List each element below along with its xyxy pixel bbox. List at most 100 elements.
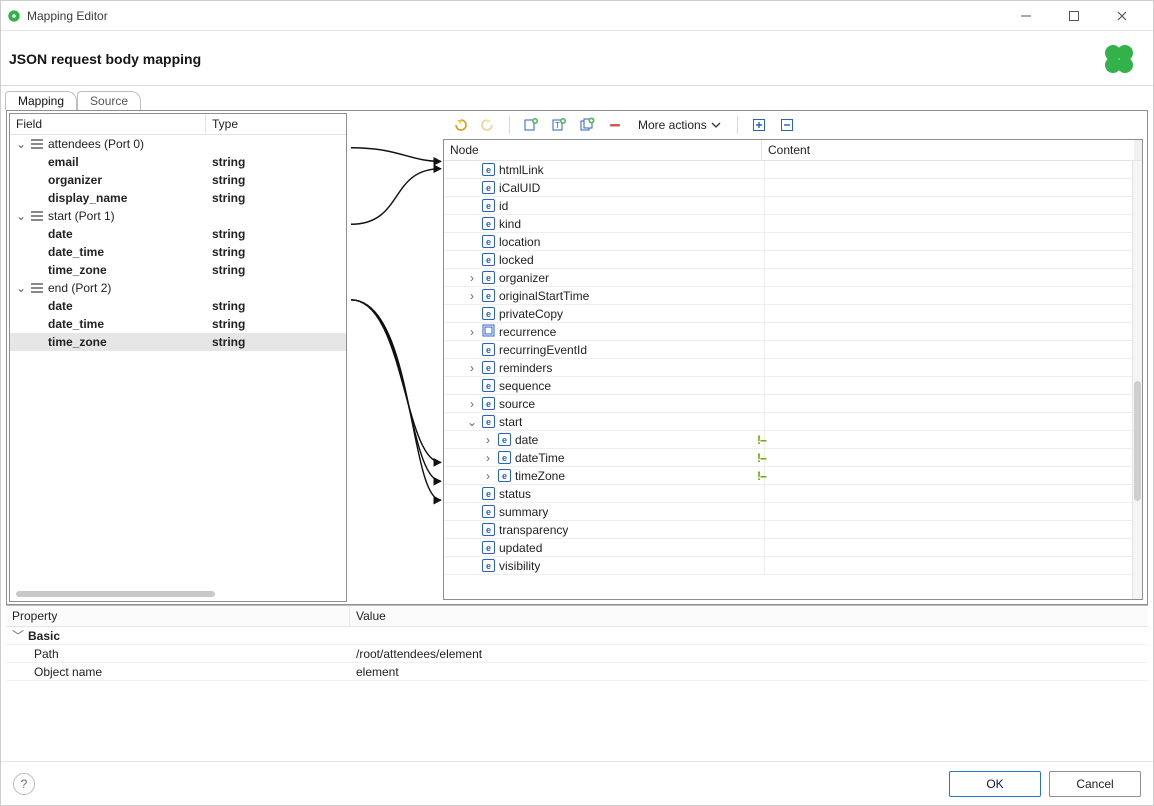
tree-expand-icon[interactable]: ›: [466, 289, 478, 303]
maximize-button[interactable]: [1051, 2, 1097, 30]
property-group-basic[interactable]: ﹀Basic: [6, 627, 1148, 645]
property-row-path[interactable]: Path /root/attendees/element: [6, 645, 1148, 663]
help-button[interactable]: ?: [13, 773, 35, 795]
ok-button[interactable]: OK: [949, 771, 1041, 797]
vertical-scrollbar[interactable]: [1132, 161, 1142, 599]
node-content-cell[interactable]: [764, 179, 1138, 196]
source-group-row[interactable]: ⌄attendees (Port 0): [10, 135, 346, 153]
node-content-cell[interactable]: [764, 197, 1138, 214]
target-node-row[interactable]: ehtmlLink: [444, 161, 1142, 179]
left-tree[interactable]: ⌄attendees (Port 0)emailstringorganizers…: [10, 135, 346, 601]
more-actions-menu[interactable]: More actions: [632, 116, 727, 134]
add-text-button[interactable]: T: [548, 114, 570, 136]
target-node-row[interactable]: ekind: [444, 215, 1142, 233]
source-field-row[interactable]: organizerstring: [10, 171, 346, 189]
node-content-cell[interactable]: [764, 395, 1138, 412]
target-node-row[interactable]: ›ereminders: [444, 359, 1142, 377]
cancel-button[interactable]: Cancel: [1049, 771, 1141, 797]
source-field-row[interactable]: time_zonestring: [10, 333, 346, 351]
right-col-content[interactable]: Content: [762, 140, 1142, 160]
minimize-button[interactable]: [1003, 2, 1049, 30]
left-col-type[interactable]: Type: [206, 114, 346, 134]
tab-source[interactable]: Source: [77, 91, 141, 110]
target-node-row[interactable]: eprivateCopy: [444, 305, 1142, 323]
tree-expand-icon[interactable]: ⌄: [16, 137, 26, 151]
node-content-cell[interactable]: [764, 341, 1138, 358]
target-node-row[interactable]: eiCalUID: [444, 179, 1142, 197]
tab-mapping[interactable]: Mapping: [5, 91, 77, 110]
node-content-cell[interactable]: [764, 161, 1138, 178]
node-content-cell[interactable]: [764, 233, 1138, 250]
target-node-row[interactable]: eupdated: [444, 539, 1142, 557]
tree-expand-icon[interactable]: ›: [482, 469, 494, 483]
target-node-row[interactable]: eid: [444, 197, 1142, 215]
target-node-row[interactable]: elocked: [444, 251, 1142, 269]
node-content-cell[interactable]: [764, 521, 1138, 538]
tree-expand-icon[interactable]: ⌄: [16, 209, 26, 223]
target-node-row[interactable]: esequence: [444, 377, 1142, 395]
property-row-object-name[interactable]: Object name element: [6, 663, 1148, 681]
left-col-field[interactable]: Field: [10, 114, 206, 134]
remove-button[interactable]: [604, 114, 626, 136]
tree-expand-icon[interactable]: ›: [466, 361, 478, 375]
col-value[interactable]: Value: [350, 606, 1148, 626]
target-node-row[interactable]: ›eoriginalStartTime: [444, 287, 1142, 305]
tree-expand-icon[interactable]: ›: [482, 433, 494, 447]
target-node-row[interactable]: estatus: [444, 485, 1142, 503]
node-content-cell[interactable]: !--: [764, 467, 1138, 484]
node-content-cell[interactable]: [764, 377, 1138, 394]
expand-all-button[interactable]: [748, 114, 770, 136]
tree-expand-icon[interactable]: ›: [466, 397, 478, 411]
close-button[interactable]: [1099, 2, 1145, 30]
tree-expand-icon[interactable]: ⌄: [466, 415, 478, 429]
target-node-row[interactable]: esummary: [444, 503, 1142, 521]
source-field-row[interactable]: emailstring: [10, 153, 346, 171]
node-content-cell[interactable]: [764, 305, 1138, 322]
node-content-cell[interactable]: [764, 485, 1138, 502]
source-field-row[interactable]: time_zonestring: [10, 261, 346, 279]
add-copy-button[interactable]: [576, 114, 598, 136]
source-field-row[interactable]: date_timestring: [10, 315, 346, 333]
node-content-cell[interactable]: [764, 539, 1138, 556]
source-field-row[interactable]: datestring: [10, 225, 346, 243]
target-node-row[interactable]: etransparency: [444, 521, 1142, 539]
target-node-row[interactable]: elocation: [444, 233, 1142, 251]
node-content-cell[interactable]: [764, 269, 1138, 286]
node-content-cell[interactable]: [764, 323, 1138, 340]
tree-expand-icon[interactable]: ›: [466, 325, 478, 339]
node-content-cell[interactable]: [764, 503, 1138, 520]
target-node-row[interactable]: ›eorganizer: [444, 269, 1142, 287]
tree-expand-icon[interactable]: ›: [482, 451, 494, 465]
tree-expand-icon[interactable]: ›: [466, 271, 478, 285]
source-field-row[interactable]: display_namestring: [10, 189, 346, 207]
target-node-row[interactable]: erecurringEventId: [444, 341, 1142, 359]
right-tree[interactable]: ehtmlLinkeiCalUIDeidekindelocationelocke…: [444, 161, 1142, 599]
node-content-cell[interactable]: !--: [764, 431, 1138, 448]
add-element-button[interactable]: [520, 114, 542, 136]
node-content-cell[interactable]: !--: [764, 449, 1138, 466]
target-node-row[interactable]: evisibility: [444, 557, 1142, 575]
undo-button[interactable]: [449, 114, 471, 136]
target-node-row[interactable]: ›edate!--: [444, 431, 1142, 449]
source-field-row[interactable]: datestring: [10, 297, 346, 315]
source-field-row[interactable]: date_timestring: [10, 243, 346, 261]
node-content-cell[interactable]: [764, 359, 1138, 376]
node-content-cell[interactable]: [764, 413, 1138, 430]
collapse-all-button[interactable]: [776, 114, 798, 136]
node-content-cell[interactable]: [764, 557, 1138, 574]
node-content-cell[interactable]: [764, 287, 1138, 304]
source-group-row[interactable]: ⌄start (Port 1): [10, 207, 346, 225]
horizontal-scrollbar[interactable]: [12, 589, 344, 599]
tree-expand-icon[interactable]: ⌄: [16, 281, 26, 295]
target-node-row[interactable]: ⌄estart: [444, 413, 1142, 431]
redo-button[interactable]: [477, 114, 499, 136]
target-node-row[interactable]: ›recurrence: [444, 323, 1142, 341]
source-group-row[interactable]: ⌄end (Port 2): [10, 279, 346, 297]
target-node-row[interactable]: ›edateTime!--: [444, 449, 1142, 467]
node-content-cell[interactable]: [764, 251, 1138, 268]
target-node-row[interactable]: ›etimeZone!--: [444, 467, 1142, 485]
node-content-cell[interactable]: [764, 215, 1138, 232]
target-node-row[interactable]: ›esource: [444, 395, 1142, 413]
right-col-node[interactable]: Node: [444, 140, 762, 160]
col-property[interactable]: Property: [6, 606, 350, 626]
